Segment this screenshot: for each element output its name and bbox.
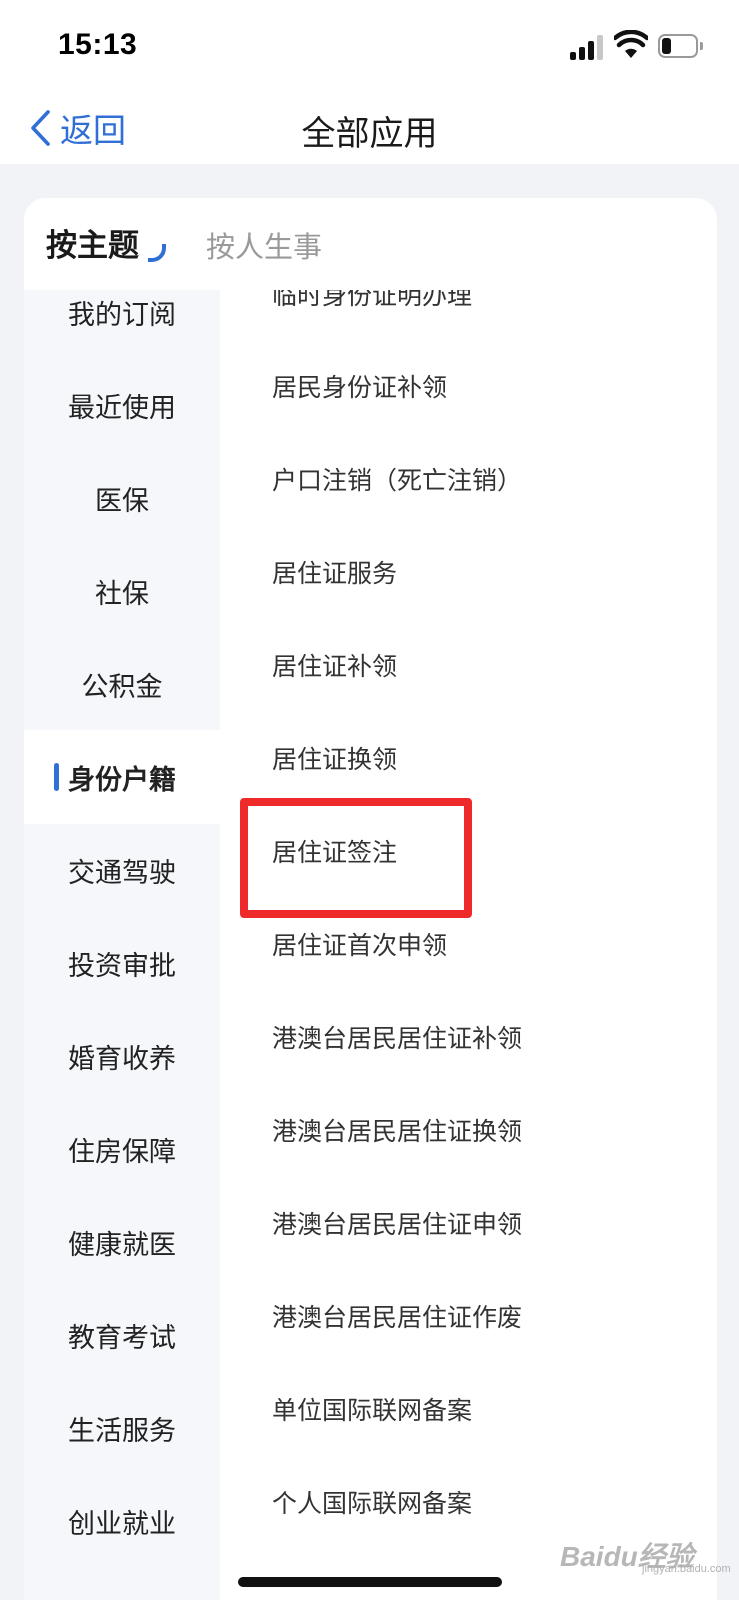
sidebar-item[interactable]: 教育考试 [24, 1288, 220, 1382]
sidebar-item[interactable]: 我的订阅 [24, 290, 220, 359]
service-item[interactable]: 户口注销（死亡注销） [272, 461, 522, 497]
status-time: 15:13 [58, 28, 138, 61]
service-item[interactable]: 居住证首次申领 [272, 926, 447, 962]
tab-active-indicator [148, 244, 166, 262]
sidebar-item[interactable]: 健康就医 [24, 1195, 220, 1289]
active-indicator [54, 763, 59, 791]
sidebar-item[interactable]: 最近使用 [24, 358, 220, 452]
service-item[interactable]: 居住证服务 [272, 554, 397, 590]
battery-icon [658, 34, 704, 58]
category-tabs: 按主题 按人生事 [24, 198, 717, 290]
service-item[interactable]: 个人国际联网备案 [272, 1484, 472, 1520]
service-item[interactable]: 港澳台居民居住证补领 [272, 1019, 522, 1055]
sidebar-item[interactable]: 投资审批 [24, 916, 220, 1010]
sidebar-item[interactable]: 公积金 [24, 637, 220, 731]
service-item[interactable]: 居住证补领 [272, 647, 397, 683]
home-indicator[interactable] [238, 1577, 502, 1587]
sidebar-item[interactable]: 创业就业 [24, 1474, 220, 1568]
service-item[interactable]: 居住证换领 [272, 740, 397, 776]
service-item[interactable]: 港澳台居民居住证换领 [272, 1112, 522, 1148]
sidebar-item[interactable]: 婚育收养 [24, 1009, 220, 1103]
wifi-icon [614, 30, 648, 58]
sidebar-item[interactable]: 生活服务 [24, 1381, 220, 1475]
service-item[interactable]: 居民身份证补领 [272, 368, 447, 404]
sidebar-item[interactable]: 社保 [24, 544, 220, 638]
service-list[interactable]: 临时身份证明办理 居民身份证补领 户口注销（死亡注销） 居住证服务 居住证补领 … [220, 290, 717, 1600]
cellular-signal-icon [570, 34, 606, 60]
sidebar-item-label: 身份户籍 [68, 764, 176, 796]
category-sidebar[interactable]: 我的订阅 最近使用 医保 社保 公积金 身份户籍 交通驾驶 投资审批 婚育收养 … [24, 290, 220, 1600]
watermark-url: jingyan.baidu.com [642, 1563, 731, 1575]
service-item[interactable]: 港澳台居民居住证作废 [272, 1298, 522, 1334]
sidebar-item[interactable]: 住房保障 [24, 1102, 220, 1196]
service-item[interactable]: 临时身份证明办理 [272, 290, 472, 312]
sidebar-item-active[interactable]: 身份户籍 [24, 730, 220, 824]
sidebar-item[interactable]: 交通驾驶 [24, 823, 220, 917]
page-title: 全部应用 [301, 114, 438, 154]
tab-by-theme[interactable]: 按主题 [46, 220, 139, 265]
service-item[interactable]: 单位国际联网备案 [272, 1391, 472, 1427]
highlight-annotation-box [240, 798, 472, 918]
baidu-watermark: Baidu经验 jingyan.baidu.com [560, 1525, 731, 1575]
nav-bar: 返回 全部应用 [0, 92, 739, 164]
tab-by-life-event[interactable]: 按人生事 [206, 224, 322, 266]
sidebar-item[interactable]: 医保 [24, 451, 220, 545]
status-bar: 15:13 [0, 0, 739, 92]
service-item[interactable]: 港澳台居民居住证申领 [272, 1205, 522, 1241]
